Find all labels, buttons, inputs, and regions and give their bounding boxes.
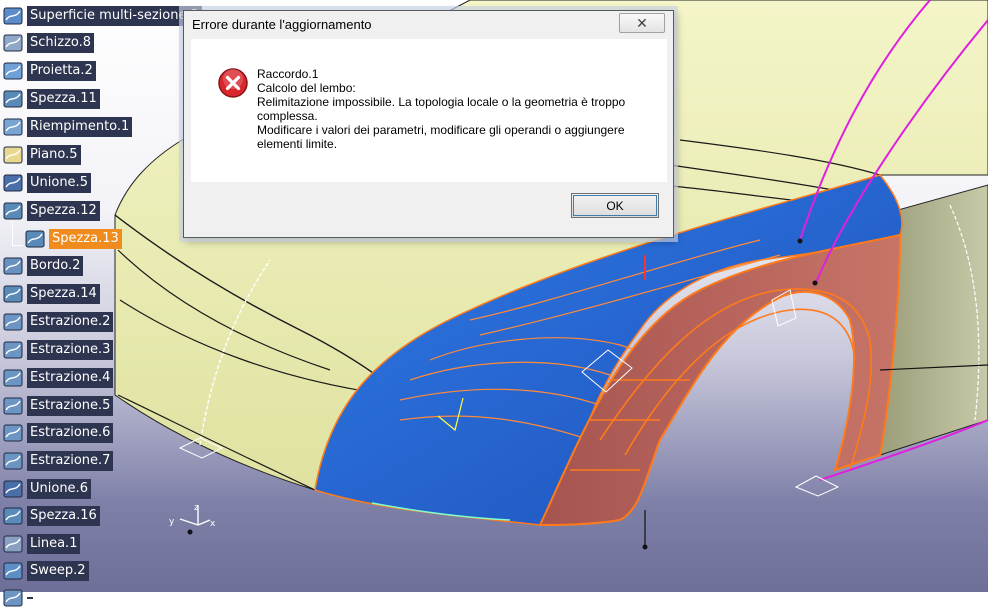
- message-line-4: Modificare i valori dei parametri, modif…: [257, 123, 628, 151]
- message-line-1: Raccordo.1: [257, 67, 319, 81]
- dialog-title: Errore durante l'aggiornamento: [192, 17, 372, 32]
- error-message: Raccordo.1 Calcolo del lembo: Relimitazi…: [257, 67, 657, 151]
- 3d-viewport[interactable]: z x y Superficie multi-sezione.3 Schizzo.…: [0, 0, 988, 607]
- extract-icon: [2, 311, 24, 333]
- tree-item-label: Proietta.2: [27, 61, 96, 81]
- tree-item-label: Schizzo.8: [27, 33, 95, 53]
- tree-item[interactable]: Unione.5: [2, 171, 91, 195]
- tree-item[interactable]: Spezza.14: [2, 282, 100, 306]
- close-button[interactable]: ✕: [619, 13, 665, 33]
- dialog-body: Raccordo.1 Calcolo del lembo: Relimitazi…: [191, 39, 667, 182]
- tree-item[interactable]: Schizzo.8: [2, 31, 95, 55]
- tree-item[interactable]: Estrazione.7: [2, 449, 114, 473]
- tree-item[interactable]: Spezza.13: [24, 227, 122, 251]
- error-dialog[interactable]: Errore durante l'aggiornamento ✕ Raccord…: [183, 10, 674, 238]
- tree-item-label: Linea.1: [27, 534, 81, 554]
- tree-item[interactable]: Superficie multi-sezione.3: [2, 4, 202, 28]
- tree-item[interactable]: Piano.5: [2, 143, 81, 167]
- tree-item-label: Estrazione.6: [27, 423, 114, 443]
- tree-item-label: [27, 597, 33, 599]
- tree-item[interactable]: Spezza.16: [2, 504, 100, 528]
- tree-item-label: Spezza.14: [27, 284, 100, 304]
- message-line-2: Calcolo del lembo:: [257, 81, 356, 95]
- tree-item[interactable]: Estrazione.6: [2, 421, 114, 445]
- tree-item-label: Spezza.16: [27, 506, 100, 526]
- tree-item[interactable]: Unione.6: [2, 477, 91, 501]
- line-icon: [2, 533, 24, 555]
- tree-item[interactable]: Riempimento.1: [2, 115, 133, 139]
- tree-item[interactable]: Proietta.2: [2, 59, 96, 83]
- tree-item-label: Sweep.2: [27, 561, 89, 581]
- message-line-3: Relimitazione impossibile. La topologia …: [257, 95, 629, 123]
- fill-icon: [2, 116, 24, 138]
- extract-icon: [2, 367, 24, 389]
- tree-item-label: Estrazione.4: [27, 368, 114, 388]
- tree-item[interactable]: Estrazione.4: [2, 366, 114, 390]
- tree-item[interactable]: [2, 586, 33, 610]
- extract-icon: [2, 450, 24, 472]
- tree-item[interactable]: Spezza.12: [2, 199, 100, 223]
- split-icon: [2, 505, 24, 527]
- tree-item-label: Spezza.13: [49, 229, 122, 249]
- extract-icon: [2, 395, 24, 417]
- tree-item-label: Estrazione.7: [27, 451, 114, 471]
- sweep-icon: [2, 560, 24, 582]
- tree-item[interactable]: Estrazione.2: [2, 310, 114, 334]
- projection-icon: [2, 60, 24, 82]
- tree-item-label: Superficie multi-sezione.3: [27, 6, 202, 26]
- tree-item[interactable]: Estrazione.5: [2, 394, 114, 418]
- tree-item-label: Estrazione.2: [27, 312, 114, 332]
- tree-item-label: Unione.6: [27, 479, 91, 499]
- ok-button[interactable]: OK: [571, 193, 659, 218]
- tree-item-label: Riempimento.1: [27, 117, 133, 137]
- join-icon: [2, 172, 24, 194]
- boundary-icon: [2, 255, 24, 277]
- sketch-icon: [2, 32, 24, 54]
- split-icon: [2, 283, 24, 305]
- plane-icon: [2, 144, 24, 166]
- tree-item-label: Estrazione.5: [27, 396, 114, 416]
- split-icon: [2, 88, 24, 110]
- tree-item-label: Estrazione.3: [27, 340, 114, 360]
- tree-item-label: Piano.5: [27, 145, 81, 165]
- tree-item-label: Spezza.12: [27, 201, 100, 221]
- split-icon: [2, 200, 24, 222]
- split-icon: [24, 228, 46, 250]
- extract-icon: [2, 587, 24, 609]
- compass-x-label: x: [210, 519, 216, 529]
- tree-item[interactable]: Spezza.11: [2, 87, 100, 111]
- tree-item[interactable]: Linea.1: [2, 532, 81, 556]
- error-icon: [218, 68, 248, 98]
- tree-item[interactable]: Estrazione.3: [2, 338, 114, 362]
- tree-item-label: Spezza.11: [27, 89, 100, 109]
- tree-item[interactable]: Sweep.2: [2, 559, 89, 583]
- extract-icon: [2, 422, 24, 444]
- tree-item-label: Unione.5: [27, 173, 91, 193]
- join-icon: [2, 478, 24, 500]
- tree-item[interactable]: Bordo.2: [2, 254, 84, 278]
- extract-icon: [2, 339, 24, 361]
- tree-connector: [12, 221, 23, 246]
- compass-z-label: z: [194, 503, 199, 513]
- specification-tree[interactable]: Superficie multi-sezione.3 Schizzo.8 Proie…: [0, 4, 202, 607]
- tree-item-label: Bordo.2: [27, 256, 84, 276]
- multi-section-surface-icon: [2, 5, 24, 27]
